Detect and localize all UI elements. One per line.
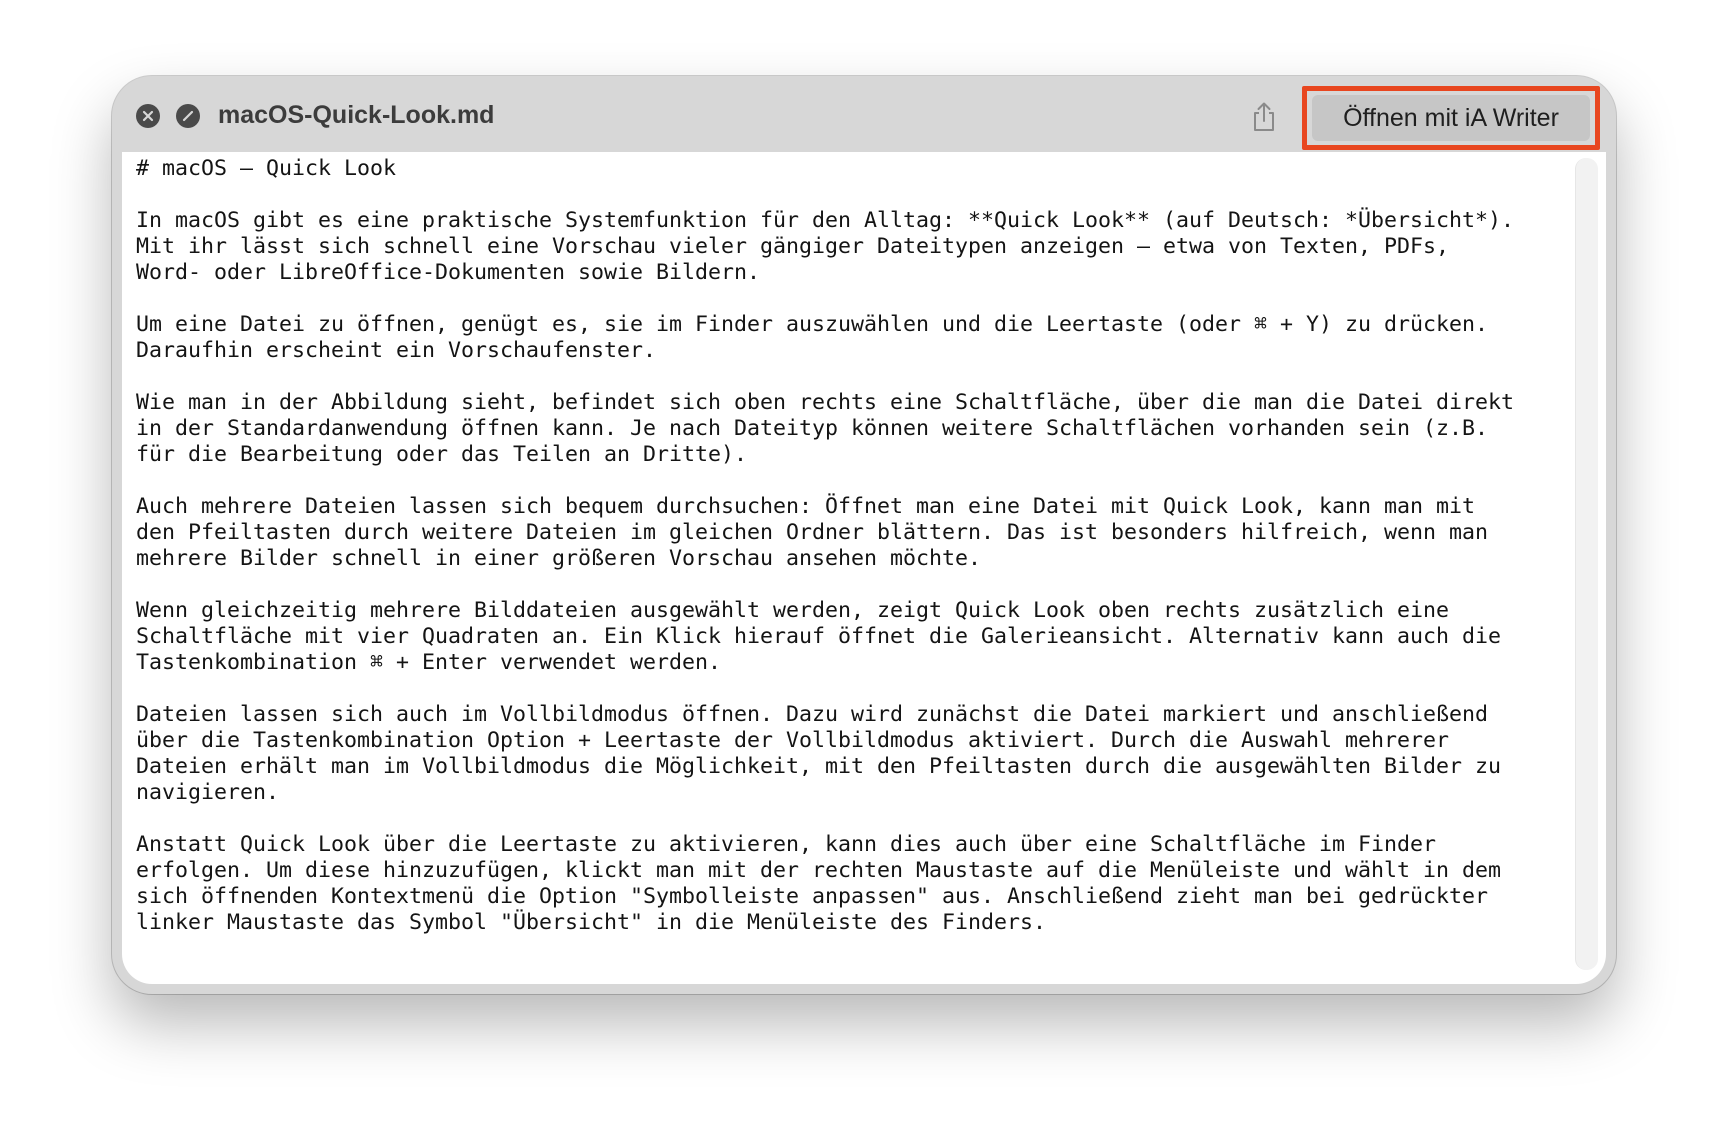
document-line: # macOS – Quick Look <box>136 156 397 181</box>
scrollbar[interactable] <box>1575 158 1598 970</box>
document-line: navigieren. <box>136 780 280 805</box>
document-line: erfolgen. Um diese hinzuzufügen, klickt … <box>136 858 1502 883</box>
document-line: Wenn gleichzeitig mehrere Bilddateien au… <box>136 598 1450 623</box>
document-text: # macOS – Quick Look In macOS gibt es ei… <box>136 156 1514 936</box>
document-line: sich öffnenden Kontextmenü die Option "S… <box>136 884 1489 909</box>
document-line: In macOS gibt es eine praktische Systemf… <box>136 208 1515 233</box>
document-line: Tastenkombination ⌘ + Enter verwendet we… <box>136 650 722 675</box>
document-line: Auch mehrere Dateien lassen sich bequem … <box>136 494 1476 519</box>
document-line: Wie man in der Abbildung sieht, befindet… <box>136 390 1515 415</box>
document-line: den Pfeiltasten durch weitere Dateien im… <box>136 520 1489 545</box>
document-preview[interactable]: # macOS – Quick Look In macOS gibt es ei… <box>122 152 1606 984</box>
document-line: Word- oder LibreOffice-Dokumenten sowie … <box>136 260 761 285</box>
share-button[interactable] <box>1246 98 1282 136</box>
close-icon <box>142 110 154 122</box>
document-line: Daraufhin erscheint ein Vorschaufenster. <box>136 338 657 363</box>
document-line: mehrere Bilder schnell in einer größeren… <box>136 546 982 571</box>
document-line: Schaltfläche mit vier Quadraten an. Ein … <box>136 624 1502 649</box>
document-line: über die Tastenkombination Option + Leer… <box>136 728 1450 753</box>
document-line: Dateien lassen sich auch im Vollbildmodu… <box>136 702 1489 727</box>
fullscreen-icon <box>182 110 194 122</box>
document-line: Mit ihr lässt sich schnell eine Vorschau… <box>136 234 1450 259</box>
document-line: Um eine Datei zu öffnen, genügt es, sie … <box>136 312 1489 337</box>
close-button[interactable] <box>136 104 160 128</box>
document-line: für die Bearbeitung oder das Teilen an D… <box>136 442 748 467</box>
document-line: Anstatt Quick Look über die Leertaste zu… <box>136 832 1437 857</box>
document-line: in der Standardanwendung öffnen kann. Je… <box>136 416 1489 441</box>
highlight-frame <box>1302 86 1600 150</box>
document-line: Dateien erhält man im Vollbildmodus die … <box>136 754 1502 779</box>
quick-look-window: macOS-Quick-Look.md Öffnen mit iA Writer… <box>112 76 1616 994</box>
document-line: linker Maustaste das Symbol "Übersicht" … <box>136 910 1047 935</box>
window-title: macOS-Quick-Look.md <box>218 101 495 129</box>
fullscreen-button[interactable] <box>176 104 200 128</box>
share-icon <box>1254 102 1274 131</box>
title-bar[interactable]: macOS-Quick-Look.md Öffnen mit iA Writer <box>112 76 1616 152</box>
